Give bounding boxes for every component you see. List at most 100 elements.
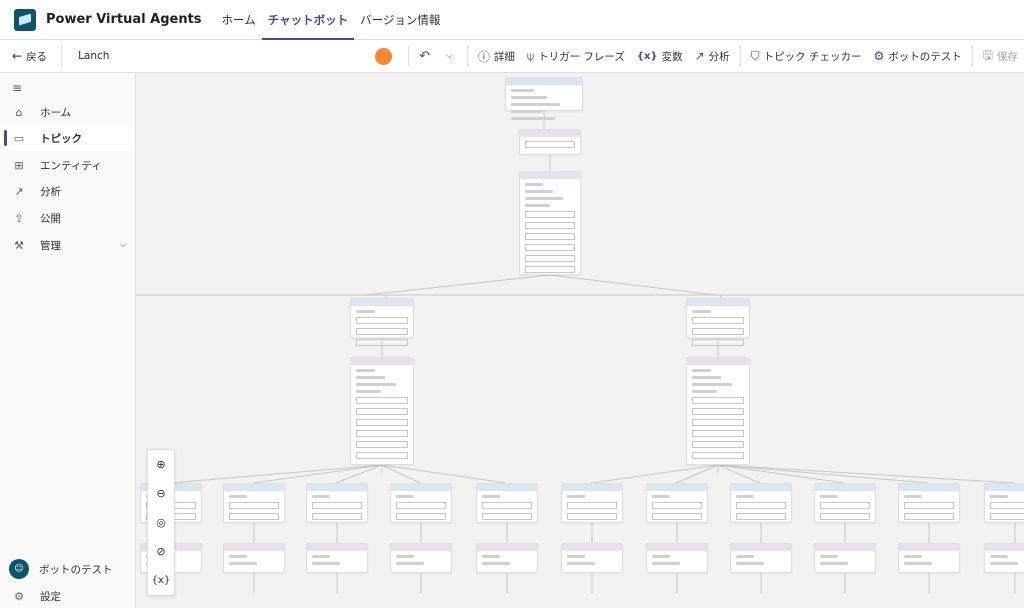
sidebar-settings[interactable]: ⚙ 設定	[0, 583, 135, 608]
settings-label: 設定	[40, 590, 61, 603]
node-header	[731, 484, 791, 491]
node-field	[525, 233, 575, 240]
node-field	[396, 513, 446, 520]
condition-node[interactable]	[814, 483, 876, 523]
node-header	[391, 484, 451, 491]
node-text-line	[692, 383, 732, 386]
back-button[interactable]: ← 戻る	[0, 40, 53, 73]
node-field	[692, 408, 744, 415]
message-node[interactable]	[561, 543, 623, 573]
node-text-line	[312, 555, 330, 558]
node-header	[520, 130, 580, 137]
sidebar-item-entities[interactable]: ⊞ エンティティ	[0, 152, 135, 178]
divider	[971, 46, 973, 66]
node-field	[692, 339, 744, 346]
node-field	[567, 502, 617, 509]
condition-node[interactable]	[306, 483, 368, 523]
condition-node[interactable]	[476, 483, 538, 523]
node-header	[899, 484, 959, 491]
authoring-canvas[interactable]	[136, 73, 1024, 608]
trigger-phrases-button[interactable]: ⍦ トリガー フレーズ	[521, 40, 631, 73]
node-field	[736, 513, 786, 520]
message-node[interactable]	[814, 543, 876, 573]
condition-node[interactable]	[390, 483, 452, 523]
tab-version-info[interactable]: バージョン情報	[354, 0, 446, 40]
node-text-line	[736, 555, 754, 558]
details-button[interactable]: ⓘ 詳細	[472, 40, 521, 73]
condition-node[interactable]	[898, 483, 960, 523]
node-text-line	[904, 495, 922, 498]
message-node[interactable]	[476, 543, 538, 573]
node-field	[356, 441, 408, 448]
test-bot-label: ボットのテスト	[39, 563, 113, 576]
trigger-label: トリガー フレーズ	[538, 50, 625, 63]
undo-dropdown[interactable]: ⌵	[440, 40, 463, 73]
sidebar-item-manage[interactable]: ⚒ 管理 ⌵	[0, 232, 135, 258]
variables-icon: {x}	[151, 575, 171, 586]
condition-node[interactable]	[561, 483, 623, 523]
undo-button[interactable]: ↶	[413, 40, 440, 73]
gear-icon: ⚙	[14, 589, 24, 603]
message-node[interactable]	[390, 543, 452, 573]
question-node[interactable]	[350, 357, 414, 465]
condition-node[interactable]	[646, 483, 708, 523]
node-field	[525, 244, 575, 251]
message-node[interactable]	[646, 543, 708, 573]
variables-panel-button[interactable]: {x}	[148, 566, 174, 595]
message-node[interactable]	[306, 543, 368, 573]
message-node[interactable]	[984, 543, 1024, 573]
question-node[interactable]	[686, 357, 750, 465]
node-header	[647, 484, 707, 491]
variables-button[interactable]: {x} 変数	[631, 40, 689, 73]
message-node[interactable]	[223, 543, 285, 573]
node-header	[562, 544, 622, 551]
tab-chatbot[interactable]: チャットボット	[261, 0, 355, 40]
sidebar-item-analytics[interactable]: ↗ 分析	[0, 178, 135, 204]
node-field	[356, 452, 408, 459]
analytics-button[interactable]: ↗ 分析	[689, 40, 736, 73]
sidebar-item-home[interactable]: ⌂ ホーム	[0, 99, 135, 125]
node-text-line	[525, 197, 564, 200]
zoom-out-button[interactable]: ⊖	[148, 479, 174, 508]
tab-home[interactable]: ホーム	[216, 0, 262, 40]
checker-label: トピック チェッカー	[763, 50, 862, 63]
zoom-in-button[interactable]: ⊕	[148, 450, 174, 479]
sidebar-item-topics[interactable]: ▭ トピック	[0, 125, 135, 151]
sidebar-test-bot[interactable]: ☺ ボットのテスト	[0, 556, 135, 582]
condition-node[interactable]	[505, 77, 583, 120]
zoom-out-icon: ⊖	[156, 487, 166, 500]
message-node[interactable]	[730, 543, 792, 573]
wrench-icon: ⚒	[14, 238, 24, 252]
node-field	[692, 430, 744, 437]
sidebar-item-publish[interactable]: ⇧ 公開	[0, 205, 135, 231]
node-text-line	[396, 562, 425, 565]
user-avatar[interactable]	[375, 47, 393, 65]
node-field	[356, 317, 408, 324]
left-sidebar: ≡ ⌂ ホーム ▭ トピック ⊞ エンティティ ↗ 分析 ⇧ 公開 ⚒ 管理 ⌵…	[0, 73, 136, 608]
node-text-line	[567, 562, 596, 565]
save-button[interactable]: 🖫 保存	[977, 40, 1024, 73]
chart-icon: ↗	[14, 184, 24, 198]
topic-toolbar: ← 戻る Lanch ↶ ⌵ ⓘ 詳細 ⍦ トリガー フレーズ {x} 変数 ↗ 分析 …	[0, 40, 1024, 73]
condition-node[interactable]	[730, 483, 792, 523]
message-node[interactable]	[898, 543, 960, 573]
topic-checker-button[interactable]: ⛉ トピック チェッカー	[745, 40, 868, 73]
node-field	[229, 513, 279, 520]
condition-node[interactable]	[350, 298, 414, 346]
condition-node[interactable]	[984, 483, 1024, 523]
condition-node[interactable]	[223, 483, 285, 523]
node-header	[307, 544, 367, 551]
hamburger-menu-icon[interactable]: ≡	[12, 81, 22, 95]
reset-zoom-button[interactable]: ⊘	[148, 537, 174, 566]
recenter-button[interactable]: ◎	[148, 508, 174, 537]
node-text-line	[511, 103, 560, 106]
node-field	[692, 328, 744, 335]
condition-node[interactable]	[686, 298, 750, 346]
app-title: Power Virtual Agents	[46, 12, 202, 27]
message-node[interactable]	[519, 129, 581, 155]
node-field	[652, 513, 702, 520]
node-text-line	[396, 555, 414, 558]
question-node[interactable]	[519, 171, 581, 275]
test-bot-button[interactable]: ⚙ ボットのテスト	[868, 40, 968, 73]
sidebar-item-label: エンティティ	[40, 159, 102, 172]
